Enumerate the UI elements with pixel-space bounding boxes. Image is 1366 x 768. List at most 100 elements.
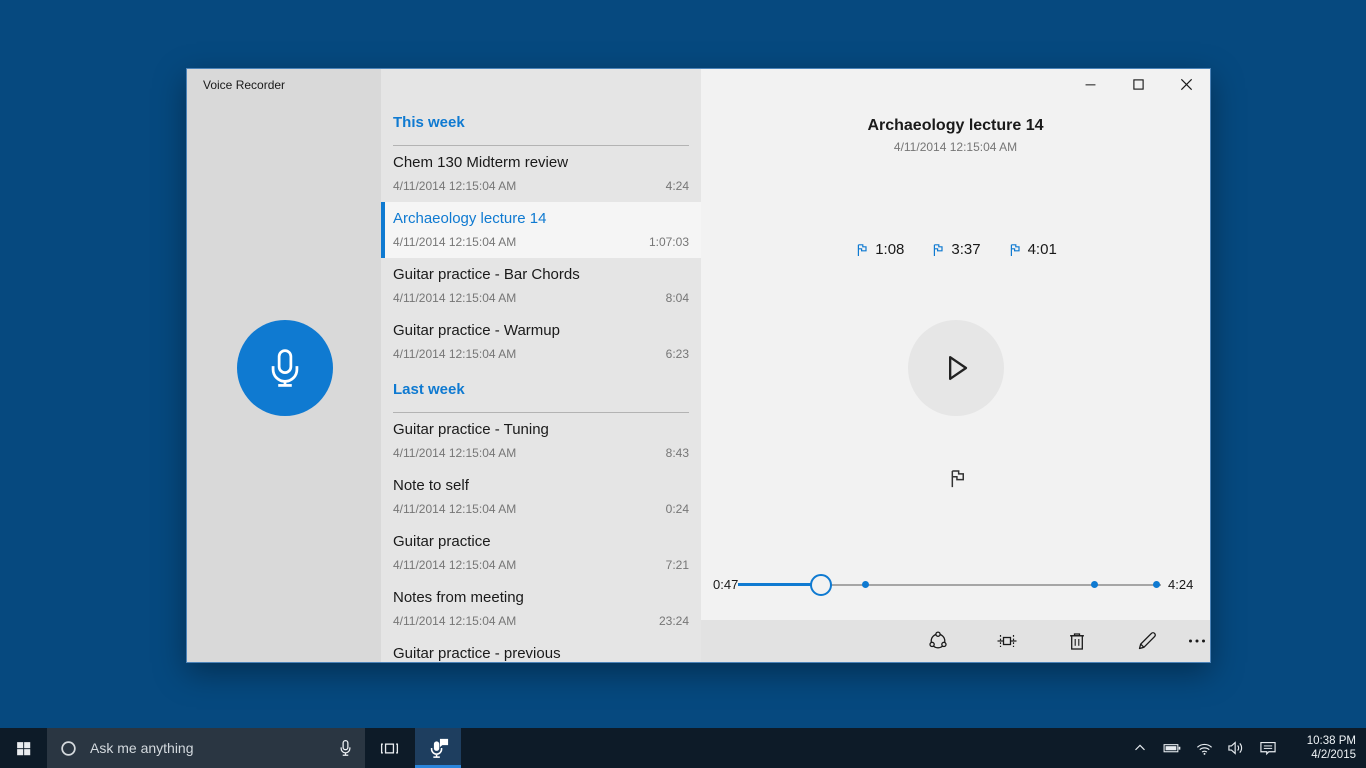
add-marker-button[interactable] xyxy=(936,457,978,499)
recording-list-item[interactable]: Chem 130 Midterm review 4/11/2014 12:15:… xyxy=(381,146,701,202)
network-button[interactable] xyxy=(1188,728,1220,768)
task-view-icon xyxy=(379,738,400,759)
flag-icon xyxy=(930,242,946,258)
recording-list-item[interactable]: Archaeology lecture 14 4/11/2014 12:15:0… xyxy=(381,202,701,258)
play-button[interactable] xyxy=(908,320,1004,416)
action-center-icon xyxy=(1258,738,1278,758)
recording-list-item[interactable]: Guitar practice 4/11/2014 12:15:04 AM 7:… xyxy=(381,525,701,581)
more-icon xyxy=(1185,629,1209,653)
recording-title: Guitar practice - Warmup xyxy=(393,322,560,339)
recordings-list: This week Chem 130 Midterm review 4/11/2… xyxy=(381,69,701,662)
recording-list-item[interactable]: Guitar practice - previous xyxy=(381,637,701,662)
recording-duration: 8:43 xyxy=(665,446,689,460)
recording-list-item[interactable]: Guitar practice - Tuning 4/11/2014 12:15… xyxy=(381,413,701,469)
marker-chip[interactable]: 4:01 xyxy=(1007,241,1057,258)
seek-track-fill xyxy=(738,583,821,586)
marker-chip[interactable]: 3:37 xyxy=(930,241,981,258)
share-button[interactable] xyxy=(918,621,958,661)
more-button[interactable] xyxy=(1177,621,1210,661)
search-placeholder: Ask me anything xyxy=(90,740,194,756)
marker-time: 4:01 xyxy=(1027,241,1057,258)
volume-button[interactable] xyxy=(1220,728,1252,768)
current-time-label: 0:47 xyxy=(713,577,739,592)
action-center-button[interactable] xyxy=(1252,728,1284,768)
trim-icon xyxy=(995,629,1019,653)
window-controls xyxy=(1066,69,1210,100)
recording-list-item[interactable]: Guitar practice - Bar Chords 4/11/2014 1… xyxy=(381,258,701,314)
section-header: This week xyxy=(393,113,689,133)
clock-time: 10:38 PM xyxy=(1306,735,1356,747)
share-icon xyxy=(926,629,950,653)
recording-title: Guitar practice xyxy=(393,533,491,550)
recording-title: Note to self xyxy=(393,477,469,494)
recording-duration: 4:24 xyxy=(665,179,689,193)
trim-button[interactable] xyxy=(987,621,1027,661)
flag-icon xyxy=(1007,242,1023,258)
recording-subline: 4/11/2014 12:15:04 AM 8:43 xyxy=(393,446,689,460)
app-title: Voice Recorder xyxy=(203,78,286,92)
player-date: 4/11/2014 12:15:04 AM xyxy=(893,140,1018,154)
recording-subline: 4/11/2014 12:15:04 AM 6:23 xyxy=(393,347,689,361)
recording-duration: 1:07:03 xyxy=(648,235,689,249)
section-header-label: This week xyxy=(393,114,465,131)
maximize-icon xyxy=(1130,76,1147,93)
microphone-icon xyxy=(263,346,307,390)
maximize-button[interactable] xyxy=(1114,69,1162,100)
delete-icon xyxy=(1065,629,1089,653)
voice-recorder-window: Voice Recorder This week Chem 130 Midter… xyxy=(186,68,1211,663)
start-icon xyxy=(15,740,32,757)
delete-button[interactable] xyxy=(1057,621,1097,661)
battery-button[interactable] xyxy=(1156,728,1188,768)
record-button[interactable] xyxy=(237,320,333,416)
marker-dot[interactable] xyxy=(1152,581,1160,588)
recording-date: 4/11/2014 12:15:04 AM xyxy=(393,235,517,249)
recording-list-item[interactable]: Guitar practice - Warmup 4/11/2014 12:15… xyxy=(381,314,701,370)
seek-thumb[interactable] xyxy=(809,574,832,596)
minimize-icon xyxy=(1082,76,1099,93)
marker-time: 3:37 xyxy=(951,241,981,258)
volume-icon xyxy=(1226,738,1246,758)
task-view-button[interactable] xyxy=(365,728,413,768)
voice-recorder-taskbar-button[interactable] xyxy=(415,728,461,768)
recording-date: 4/11/2014 12:15:04 AM xyxy=(393,502,517,516)
show-hidden-icons-button[interactable] xyxy=(1124,728,1156,768)
clock-date: 4/2/2015 xyxy=(1311,749,1356,761)
recording-subline: 4/11/2014 12:15:04 AM 7:21 xyxy=(393,558,689,572)
markers-row: 1:08 3:37 4:01 xyxy=(701,241,1210,258)
section-header: Last week xyxy=(393,380,689,400)
recording-title: Chem 130 Midterm review xyxy=(393,154,569,171)
taskbar: Ask me anything 10:38 PM 4/2/2015 xyxy=(0,728,1366,768)
seek-bar: 0:47 4:24 xyxy=(701,569,1210,601)
voice-recorder-app-icon xyxy=(427,737,450,760)
cortana-icon xyxy=(59,739,78,758)
battery-icon xyxy=(1162,738,1182,758)
minimize-button[interactable] xyxy=(1066,69,1114,100)
recording-list-item[interactable]: Notes from meeting 4/11/2014 12:15:04 AM… xyxy=(381,581,701,637)
marker-dot[interactable] xyxy=(861,581,869,588)
recording-duration: 23:24 xyxy=(658,614,689,628)
desktop: Voice Recorder This week Chem 130 Midter… xyxy=(0,0,1366,768)
mic-icon[interactable] xyxy=(336,739,355,758)
recording-duration: 7:21 xyxy=(665,558,689,572)
recording-list-item[interactable]: Note to self 4/11/2014 12:15:04 AM 0:24 xyxy=(381,469,701,525)
flag-icon xyxy=(854,242,870,258)
close-button[interactable] xyxy=(1162,69,1210,100)
recording-duration: 0:24 xyxy=(665,502,689,516)
wifi-icon xyxy=(1195,739,1214,758)
marker-dot[interactable] xyxy=(1091,581,1099,588)
rename-button[interactable] xyxy=(1127,621,1167,661)
recording-title: Archaeology lecture 14 xyxy=(393,210,547,227)
section-header-label: Last week xyxy=(393,381,465,398)
recording-title: Guitar practice - previous xyxy=(393,645,561,662)
clock[interactable]: 10:38 PM 4/2/2015 xyxy=(1288,734,1356,762)
marker-chip[interactable]: 1:08 xyxy=(854,241,904,258)
recording-date: 4/11/2014 12:15:04 AM xyxy=(393,179,517,193)
start-button[interactable] xyxy=(0,728,47,768)
seek-track[interactable] xyxy=(738,569,1161,601)
recording-subline: 4/11/2014 12:15:04 AM 0:24 xyxy=(393,502,689,516)
play-icon xyxy=(936,348,976,388)
total-time-label: 4:24 xyxy=(1168,577,1194,592)
search-box[interactable]: Ask me anything xyxy=(47,728,365,768)
flag-icon xyxy=(946,467,969,490)
recording-subline: 4/11/2014 12:15:04 AM 23:24 xyxy=(393,614,689,628)
